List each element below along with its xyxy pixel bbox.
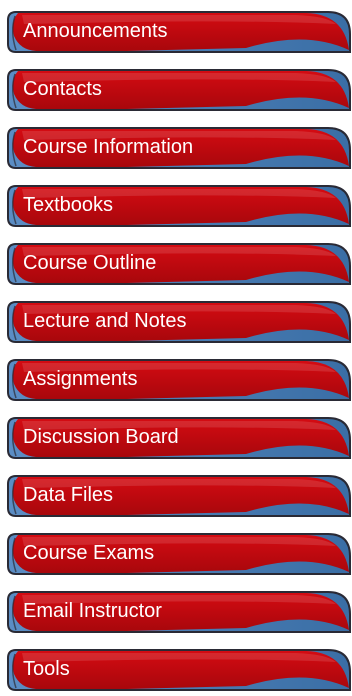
- nav-button-label: Lecture and Notes: [23, 310, 187, 332]
- nav-button-course-information[interactable]: Course Information: [6, 126, 352, 170]
- course-navigation-menu: Announcements Contacts Course Informatio…: [0, 0, 352, 696]
- nav-button-label: Tools: [23, 658, 70, 680]
- nav-button-label: Data Files: [23, 484, 114, 506]
- nav-button-label: Course Outline: [23, 252, 157, 274]
- nav-button-textbooks[interactable]: Textbooks: [6, 184, 352, 228]
- nav-button-contacts[interactable]: Contacts: [6, 68, 352, 112]
- nav-button-assignments[interactable]: Assignments: [6, 358, 352, 402]
- nav-button-tools[interactable]: Tools: [6, 648, 352, 692]
- nav-button-label: Discussion Board: [23, 426, 179, 448]
- nav-button-email-instructor[interactable]: Email Instructor: [6, 590, 352, 634]
- nav-button-label: Contacts: [23, 78, 102, 100]
- nav-button-announcements[interactable]: Announcements: [6, 10, 352, 54]
- nav-button-course-exams[interactable]: Course Exams: [6, 532, 352, 576]
- nav-button-label: Course Information: [23, 136, 194, 158]
- nav-button-label: Textbooks: [23, 194, 114, 216]
- nav-button-course-outline[interactable]: Course Outline: [6, 242, 352, 286]
- nav-button-label: Email Instructor: [23, 600, 162, 622]
- nav-button-lecture-and-notes[interactable]: Lecture and Notes: [6, 300, 352, 344]
- nav-button-label: Announcements: [23, 20, 168, 42]
- nav-button-label: Assignments: [23, 368, 138, 390]
- nav-button-data-files[interactable]: Data Files: [6, 474, 352, 518]
- nav-button-label: Course Exams: [23, 542, 155, 564]
- nav-button-discussion-board[interactable]: Discussion Board: [6, 416, 352, 460]
